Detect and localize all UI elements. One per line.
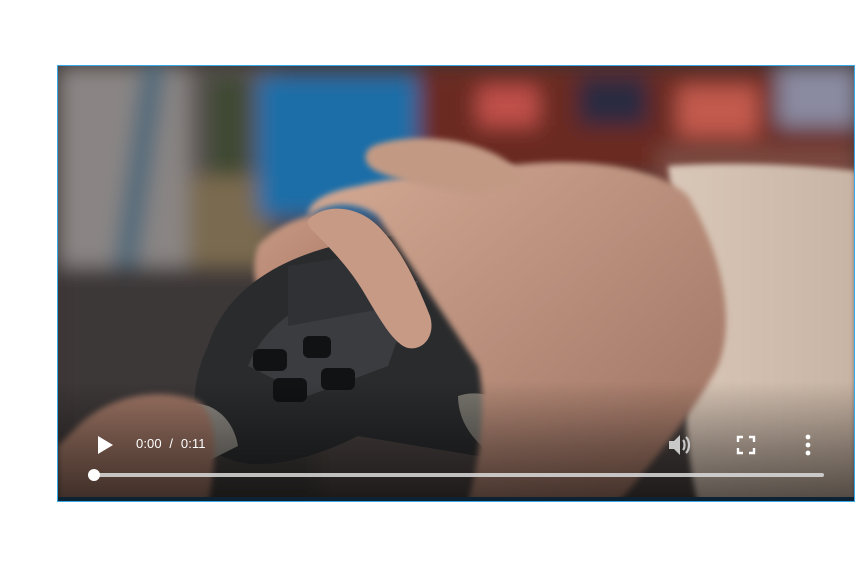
more-options-button[interactable] [790, 427, 826, 463]
progress-bar[interactable] [88, 469, 824, 481]
time-separator: / [169, 436, 174, 451]
progress-thumb[interactable] [88, 469, 100, 481]
duration: 0:11 [180, 436, 206, 451]
video-controls: 0:00 / 0:11 [58, 411, 854, 501]
play-icon [98, 436, 113, 454]
mute-button[interactable] [662, 427, 698, 463]
fullscreen-icon [736, 435, 756, 455]
volume-muted-icon [669, 435, 691, 455]
more-vert-icon [805, 434, 811, 456]
current-time: 0:00 [136, 436, 162, 451]
fullscreen-button[interactable] [728, 427, 764, 463]
video-player[interactable]: 0:00 / 0:11 [57, 65, 855, 502]
player-bottom-edge [58, 497, 854, 501]
play-button[interactable] [88, 428, 122, 462]
time-display: 0:00 / 0:11 [136, 436, 206, 451]
